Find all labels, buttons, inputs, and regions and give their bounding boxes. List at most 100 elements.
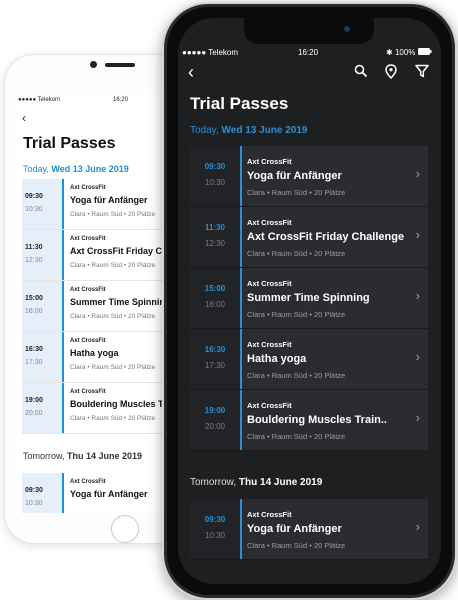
session-name: Hatha yoga (247, 353, 307, 365)
start-time: 11:30 (25, 244, 43, 251)
organizer-label: Axt CrossFit (247, 401, 292, 410)
front-camera (344, 26, 350, 32)
status-time: 16:20 (298, 48, 319, 57)
back-icon[interactable]: ‹ (188, 62, 194, 83)
organizer-label: Axt CrossFit (70, 185, 106, 191)
session-name: Summer Time Spinnin (70, 297, 165, 307)
end-time: 17:30 (204, 361, 226, 370)
time-column: 19:00 20:00 (22, 383, 64, 433)
time-column: 11:30 12:30 (190, 207, 242, 267)
session-meta: Clara • Raum Süd • 20 Plätze (247, 371, 346, 380)
session-name: Bouldering Muscles Train.. (247, 414, 387, 426)
session-card[interactable]: 09:30 10:30 Axt CrossFit Yoga für Anfäng… (190, 499, 428, 560)
session-meta: Clara • Raum Süd • 20 Plätze (70, 415, 156, 422)
chevron-right-icon: › (415, 519, 420, 534)
start-time: 11:30 (204, 223, 226, 232)
session-meta: Clara • Raum Süd • 20 Plätze (247, 310, 346, 319)
page-title: Trial Passes (23, 135, 116, 152)
front-phone-screen: ●●●●● Telekom 16:20 ✱ 100% ‹ Trial Passe… (178, 18, 441, 584)
session-card[interactable]: 11:30 12:30 Axt CrossFit Axt CrossFit Fr… (190, 207, 428, 268)
section-date: Thu 14 June 2019 (238, 477, 323, 488)
end-time: 12:30 (25, 257, 43, 264)
time-column: 09:30 10:30 (190, 146, 242, 206)
time-column: 19:00 20:00 (190, 390, 242, 450)
session-card[interactable]: 19:00 20:00 Axt CrossFit Bouldering Musc… (190, 390, 428, 451)
chevron-right-icon: › (415, 288, 420, 303)
end-time: 10:30 (204, 531, 226, 540)
session-name: Yoga für Anfänger (247, 170, 342, 182)
end-time: 10:30 (25, 500, 43, 507)
start-time: 15:00 (204, 284, 226, 293)
session-meta: Clara • Raum Süd • 20 Plätze (247, 249, 346, 258)
section-date: Wed 13 June 2019 (221, 125, 308, 136)
earpiece-speaker (105, 63, 135, 67)
section-prefix: Tomorrow, (190, 477, 239, 488)
battery-indicator: ✱ 100% (386, 48, 432, 57)
home-button[interactable] (111, 515, 139, 543)
status-bar: ●●●●● Telekom 16:20 ✱ 100% (178, 48, 441, 60)
start-time: 09:30 (25, 193, 43, 200)
end-time: 16:00 (25, 308, 43, 315)
location-pin-icon[interactable] (385, 64, 397, 79)
start-time: 16:30 (204, 345, 226, 354)
organizer-label: Axt CrossFit (247, 279, 292, 288)
session-meta: Clara • Raum Süd • 20 Plätze (247, 432, 346, 441)
end-time: 10:30 (204, 178, 226, 187)
toolbar (354, 64, 434, 82)
end-time: 16:00 (204, 300, 226, 309)
section-prefix: Tomorrow, (23, 451, 68, 461)
organizer-label: Axt CrossFit (247, 510, 292, 519)
session-meta: Clara • Raum Süd • 20 Plätze (70, 313, 156, 320)
time-column: 16:30 17:30 (190, 329, 242, 389)
session-name: Yoga für Anfänger (247, 523, 342, 535)
battery-icon (417, 48, 432, 55)
start-time: 19:00 (204, 406, 226, 415)
section-prefix: Today, (23, 164, 52, 174)
time-column: 16:30 17:30 (22, 332, 64, 382)
chevron-right-icon: › (415, 227, 420, 242)
end-time: 20:00 (204, 422, 226, 431)
filter-icon[interactable] (415, 64, 429, 78)
session-meta: Clara • Raum Süd • 20 Plätze (247, 188, 346, 197)
organizer-label: Axt CrossFit (247, 340, 292, 349)
start-time: 09:30 (204, 162, 226, 171)
carrier-label: ●●●●● Telekom (182, 48, 239, 57)
end-time: 10:30 (25, 206, 43, 213)
session-card[interactable]: 09:30 10:30 Axt CrossFit Yoga für Anfäng… (190, 146, 428, 207)
session-meta: Clara • Raum Süd • 20 Plätze (70, 262, 156, 269)
session-meta: Clara • Raum Süd • 20 Plätze (247, 541, 346, 550)
section-header-tomorrow: Tomorrow, Thu 14 June 2019 (190, 477, 322, 488)
chevron-right-icon: › (415, 349, 420, 364)
end-time: 12:30 (204, 239, 226, 248)
session-name: Axt CrossFit Friday C (70, 246, 163, 256)
session-card[interactable]: 15:00 16:00 Axt CrossFit Summer Time Spi… (190, 268, 428, 329)
session-name: Hatha yoga (70, 348, 119, 358)
organizer-label: Axt CrossFit (247, 218, 292, 227)
section-date: Wed 13 June 2019 (51, 164, 129, 174)
section-prefix: Today, (190, 125, 222, 136)
end-time: 20:00 (25, 410, 43, 417)
chevron-right-icon: › (415, 410, 420, 425)
section-date: Thu 14 June 2019 (67, 451, 143, 461)
session-name: Yoga für Anfänger (70, 195, 148, 205)
time-column: 09:30 10:30 (22, 473, 64, 513)
start-time: 09:30 (25, 487, 43, 494)
start-time: 16:30 (25, 346, 43, 353)
back-icon[interactable]: ‹ (22, 111, 26, 125)
section-header-tomorrow: Tomorrow, Thu 14 June 2019 (23, 451, 142, 461)
front-camera (90, 61, 97, 68)
battery-percent: 100% (394, 48, 416, 57)
organizer-label: Axt CrossFit (70, 479, 106, 485)
chevron-right-icon: › (415, 166, 420, 181)
phone-notch (244, 18, 374, 44)
section-header-today: Today, Wed 13 June 2019 (190, 125, 307, 136)
session-meta: Clara • Raum Süd • 20 Plätze (70, 211, 156, 218)
organizer-label: Axt CrossFit (247, 157, 292, 166)
organizer-label: Axt CrossFit (70, 287, 106, 293)
session-name: Summer Time Spinning (247, 292, 370, 304)
time-column: 09:30 10:30 (22, 179, 64, 229)
time-column: 09:30 10:30 (190, 499, 242, 559)
session-card[interactable]: 16:30 17:30 Axt CrossFit Hatha yoga Clar… (190, 329, 428, 390)
search-icon[interactable] (354, 64, 368, 78)
session-meta: Clara • Raum Süd • 20 Plätze (70, 364, 156, 371)
